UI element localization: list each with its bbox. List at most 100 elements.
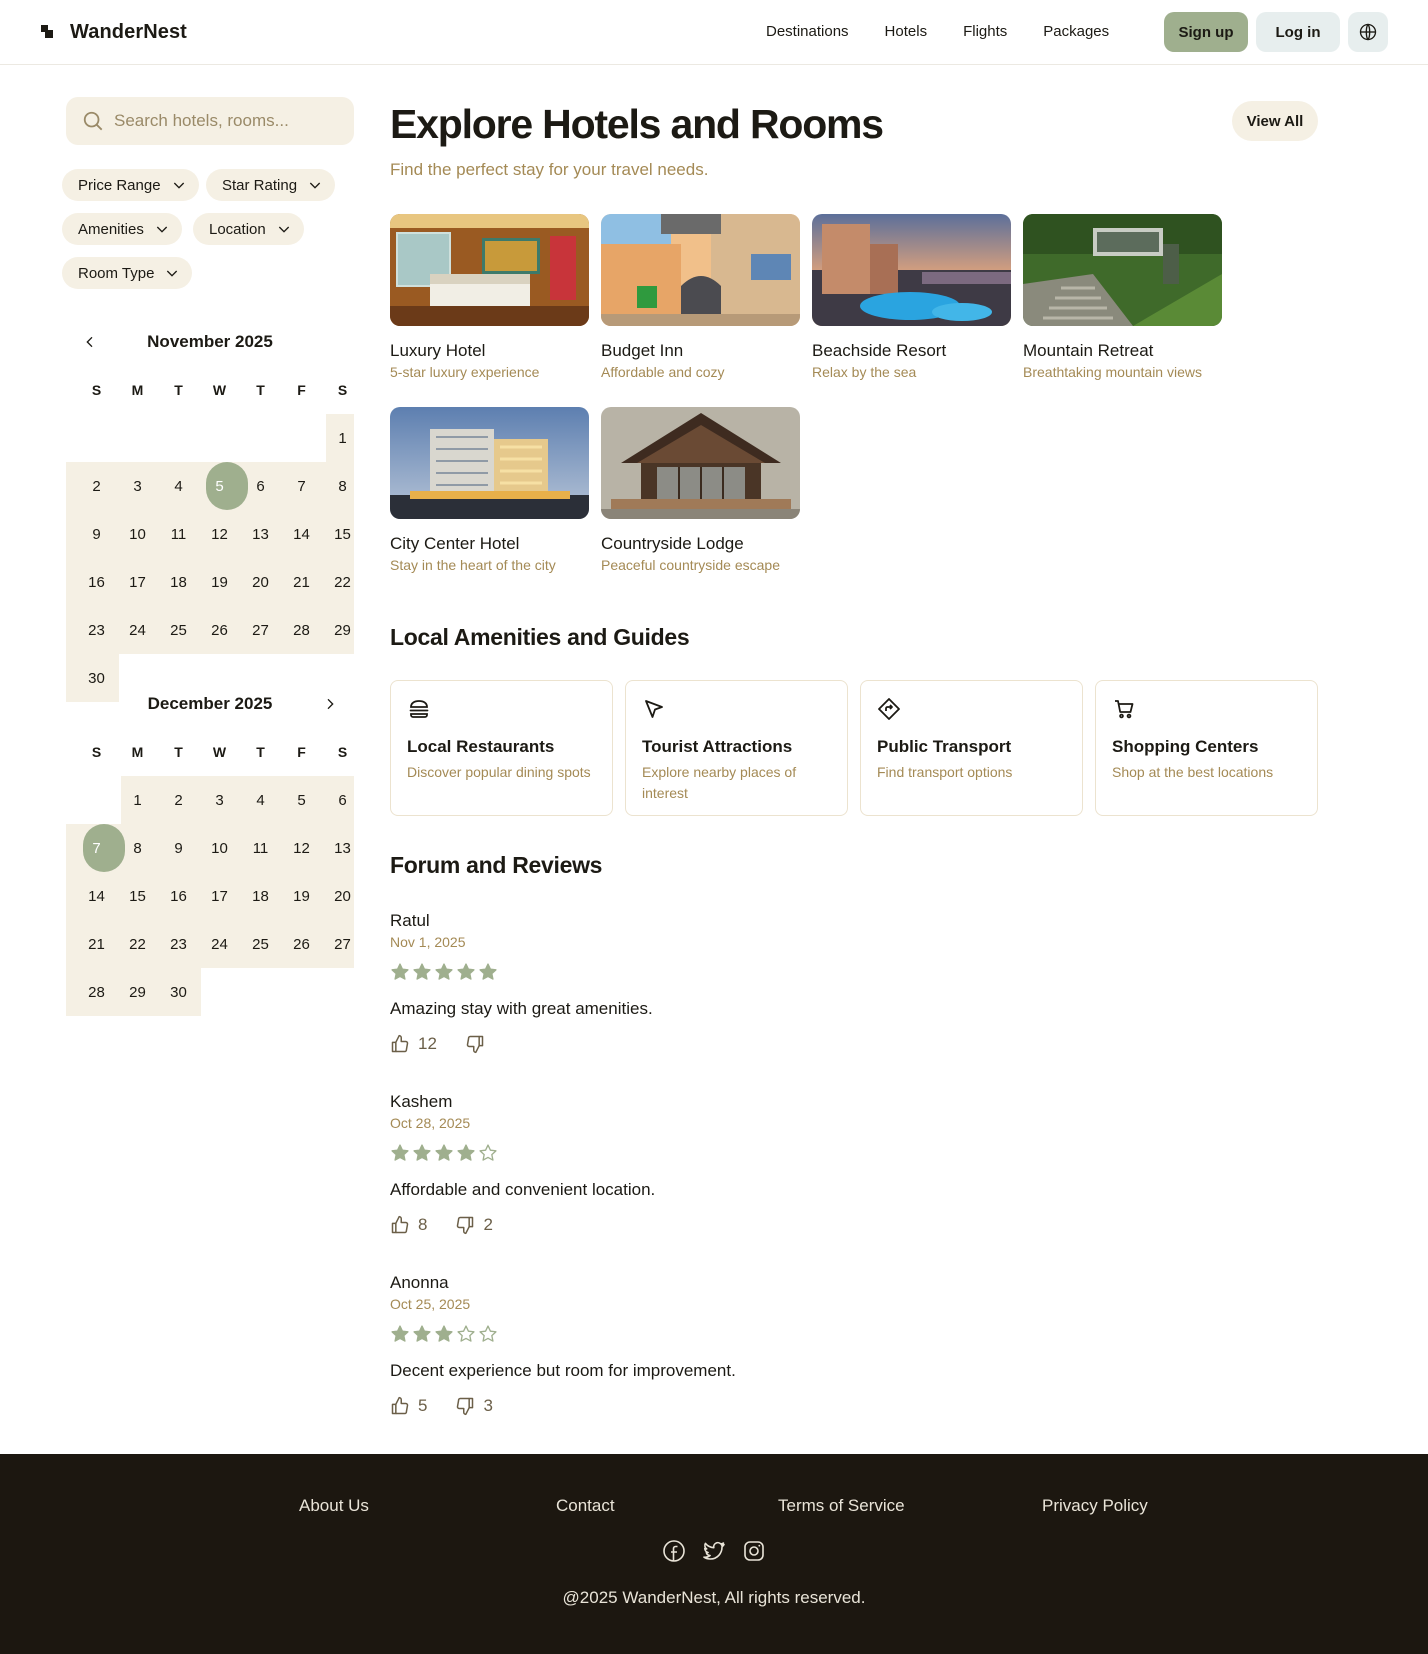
hotel-card-beachside[interactable]: Beachside Resort Relax by the sea — [812, 214, 1011, 382]
calendar-day[interactable]: 7 — [76, 824, 117, 872]
footer-link-terms[interactable]: Terms of Service — [778, 1496, 905, 1516]
calendar-day[interactable]: 22 — [322, 558, 363, 606]
search-input[interactable] — [114, 111, 344, 131]
nav-hotels[interactable]: Hotels — [885, 20, 928, 44]
calendar-day[interactable]: 18 — [158, 558, 199, 606]
calendar-day[interactable]: 3 — [199, 776, 240, 824]
signup-button[interactable]: Sign up — [1164, 12, 1248, 52]
calendar-day[interactable]: 19 — [199, 558, 240, 606]
calendar-day[interactable]: 13 — [322, 824, 363, 872]
nav-destinations[interactable]: Destinations — [766, 20, 849, 44]
calendar-day[interactable]: 28 — [76, 968, 117, 1016]
calendar-day[interactable]: 28 — [281, 606, 322, 654]
login-button[interactable]: Log in — [1256, 12, 1340, 52]
twitter-icon[interactable] — [702, 1539, 726, 1563]
hotel-card-mountain[interactable]: Mountain Retreat Breathtaking mountain v… — [1023, 214, 1222, 382]
calendar-day[interactable]: 9 — [76, 510, 117, 558]
calendar-day[interactable]: 15 — [117, 872, 158, 920]
facebook-icon[interactable] — [662, 1539, 686, 1563]
calendar-day[interactable]: 21 — [76, 920, 117, 968]
calendar-day[interactable]: 27 — [322, 920, 363, 968]
footer-link-about[interactable]: About Us — [299, 1496, 369, 1516]
calendar-day[interactable]: 26 — [281, 920, 322, 968]
calendar-day[interactable]: 11 — [158, 510, 199, 558]
calendar-day[interactable]: 29 — [117, 968, 158, 1016]
like-button[interactable]: 8 — [390, 1215, 427, 1235]
dislike-button[interactable]: 3 — [455, 1396, 493, 1416]
footer-link-contact[interactable]: Contact — [556, 1496, 615, 1516]
calendar-day[interactable]: 14 — [281, 510, 322, 558]
calendar-day[interactable]: 18 — [240, 872, 281, 920]
calendar-day[interactable]: 20 — [322, 872, 363, 920]
calendar-day[interactable]: 20 — [240, 558, 281, 606]
like-button[interactable]: 5 — [390, 1396, 427, 1416]
brand[interactable]: WanderNest — [40, 18, 187, 46]
calendar-day[interactable]: 21 — [281, 558, 322, 606]
filter-amenities[interactable]: Amenities — [62, 213, 182, 245]
chevron-down-icon — [309, 182, 321, 189]
calendar-day[interactable]: 7 — [281, 462, 322, 510]
calendar-day[interactable]: 3 — [117, 462, 158, 510]
calendar-day[interactable]: 16 — [158, 872, 199, 920]
filter-location[interactable]: Location — [193, 213, 304, 245]
calendar-day[interactable]: 15 — [322, 510, 363, 558]
hotel-card-budget[interactable]: Budget Inn Affordable and cozy — [601, 214, 800, 382]
calendar-day[interactable]: 24 — [117, 606, 158, 654]
calendar-day[interactable]: 17 — [117, 558, 158, 606]
calendar-day[interactable]: 27 — [240, 606, 281, 654]
amenity-card-transport[interactable]: Public Transport Find transport options — [860, 680, 1083, 816]
calendar-day[interactable]: 9 — [158, 824, 199, 872]
search-box[interactable] — [66, 97, 354, 145]
calendar-day[interactable]: 1 — [117, 776, 158, 824]
calendar-day[interactable]: 5 — [281, 776, 322, 824]
amenity-card-restaurants[interactable]: Local Restaurants Discover popular dinin… — [390, 680, 613, 816]
calendar-day[interactable]: 25 — [240, 920, 281, 968]
nav-packages[interactable]: Packages — [1043, 20, 1109, 44]
like-button[interactable]: 12 — [390, 1034, 437, 1054]
footer-link-privacy[interactable]: Privacy Policy — [1042, 1496, 1148, 1516]
calendar-day[interactable]: 12 — [199, 510, 240, 558]
filter-price-range[interactable]: Price Range — [62, 169, 199, 201]
amenity-card-attractions[interactable]: Tourist Attractions Explore nearby place… — [625, 680, 848, 816]
filter-star-rating[interactable]: Star Rating — [206, 169, 336, 201]
calendar-day[interactable]: 4 — [158, 462, 199, 510]
dislike-button[interactable] — [465, 1034, 493, 1054]
calendar-day[interactable]: 2 — [76, 462, 117, 510]
calendar-day[interactable]: 25 — [158, 606, 199, 654]
calendar-day[interactable]: 13 — [240, 510, 281, 558]
calendar-day[interactable]: 26 — [199, 606, 240, 654]
calendar-day[interactable]: 12 — [281, 824, 322, 872]
amenity-card-shopping[interactable]: Shopping Centers Shop at the best locati… — [1095, 680, 1318, 816]
calendar-day[interactable]: 11 — [240, 824, 281, 872]
calendar-day[interactable]: 8 — [117, 824, 158, 872]
calendar-day[interactable]: 29 — [322, 606, 363, 654]
calendar-day[interactable]: 24 — [199, 920, 240, 968]
calendar-day[interactable]: 23 — [76, 606, 117, 654]
calendar-day[interactable]: 30 — [158, 968, 199, 1016]
language-button[interactable] — [1348, 12, 1388, 52]
calendar-day[interactable]: 14 — [76, 872, 117, 920]
hotel-card-city-center[interactable]: City Center Hotel Stay in the heart of t… — [390, 407, 589, 575]
filter-room-type[interactable]: Room Type — [62, 257, 193, 289]
dislike-button[interactable]: 2 — [455, 1215, 493, 1235]
calendar-day[interactable]: 8 — [322, 462, 363, 510]
hotel-card-countryside[interactable]: Countryside Lodge Peaceful countryside e… — [601, 407, 800, 575]
calendar-day[interactable]: 5 — [199, 462, 240, 510]
calendar-day[interactable]: 10 — [117, 510, 158, 558]
view-all-button[interactable]: View All — [1232, 101, 1318, 141]
calendar-day[interactable]: 16 — [76, 558, 117, 606]
calendar-day[interactable]: 10 — [199, 824, 240, 872]
calendar-day[interactable]: 2 — [158, 776, 199, 824]
hotel-card-luxury[interactable]: Luxury Hotel 5-star luxury experience — [390, 214, 589, 382]
calendar-day[interactable]: 4 — [240, 776, 281, 824]
nav-flights[interactable]: Flights — [963, 20, 1007, 44]
next-month-button[interactable] — [318, 692, 342, 716]
calendar-day[interactable]: 23 — [158, 920, 199, 968]
calendar-day[interactable]: 1 — [322, 414, 363, 462]
instagram-icon[interactable] — [742, 1539, 766, 1563]
calendar-day[interactable]: 17 — [199, 872, 240, 920]
calendar-day[interactable]: 6 — [322, 776, 363, 824]
calendar-day[interactable]: 22 — [117, 920, 158, 968]
calendar-day[interactable]: 6 — [240, 462, 281, 510]
calendar-day[interactable]: 19 — [281, 872, 322, 920]
